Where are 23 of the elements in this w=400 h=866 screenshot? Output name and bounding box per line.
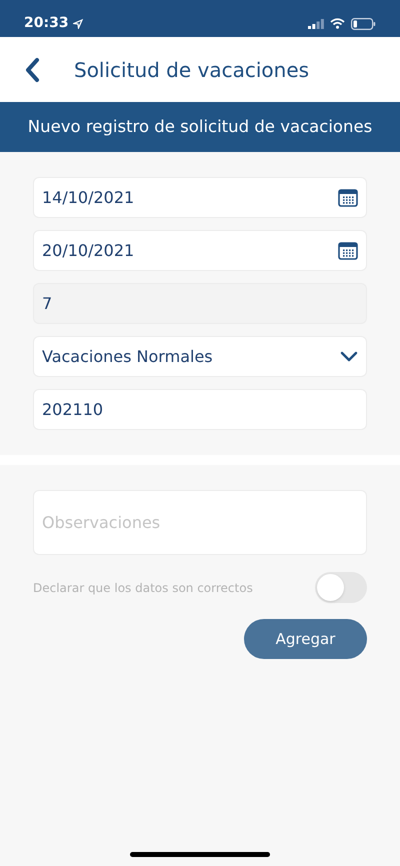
- battery-icon: [351, 18, 376, 30]
- date-field[interactable]: 14/10/2021: [33, 177, 367, 218]
- back-chevron-icon: [24, 56, 40, 82]
- screen-title: Solicitud de vacaciones: [74, 56, 310, 84]
- declaration-toggle[interactable]: [315, 572, 367, 603]
- date-value: 20/10/2021: [42, 240, 134, 262]
- chevron-down-icon[interactable]: [340, 351, 358, 362]
- add-button[interactable]: Agregar: [244, 619, 367, 659]
- wifi-icon: [330, 18, 345, 29]
- status-time: 20:33: [24, 14, 69, 33]
- period-field[interactable]: 202110: [33, 389, 367, 430]
- calendar-icon[interactable]: [338, 188, 358, 206]
- banner-title: Nuevo registro de solicitud de vacaciones: [28, 116, 372, 138]
- date-field[interactable]: 20/10/2021: [33, 230, 367, 271]
- declaration-label: Declarar que los datos son correctos: [33, 580, 253, 596]
- type-dropdown[interactable]: Vacaciones Normales: [33, 336, 367, 377]
- calendar-icon[interactable]: [338, 242, 358, 260]
- dropdown-value: Vacaciones Normales: [42, 346, 213, 368]
- date-value: 14/10/2021: [42, 186, 134, 208]
- location-arrow-icon: [72, 18, 83, 28]
- days-value: 7: [42, 292, 52, 314]
- observations-field[interactable]: Observaciones: [33, 490, 367, 555]
- signal-icon: [308, 18, 324, 28]
